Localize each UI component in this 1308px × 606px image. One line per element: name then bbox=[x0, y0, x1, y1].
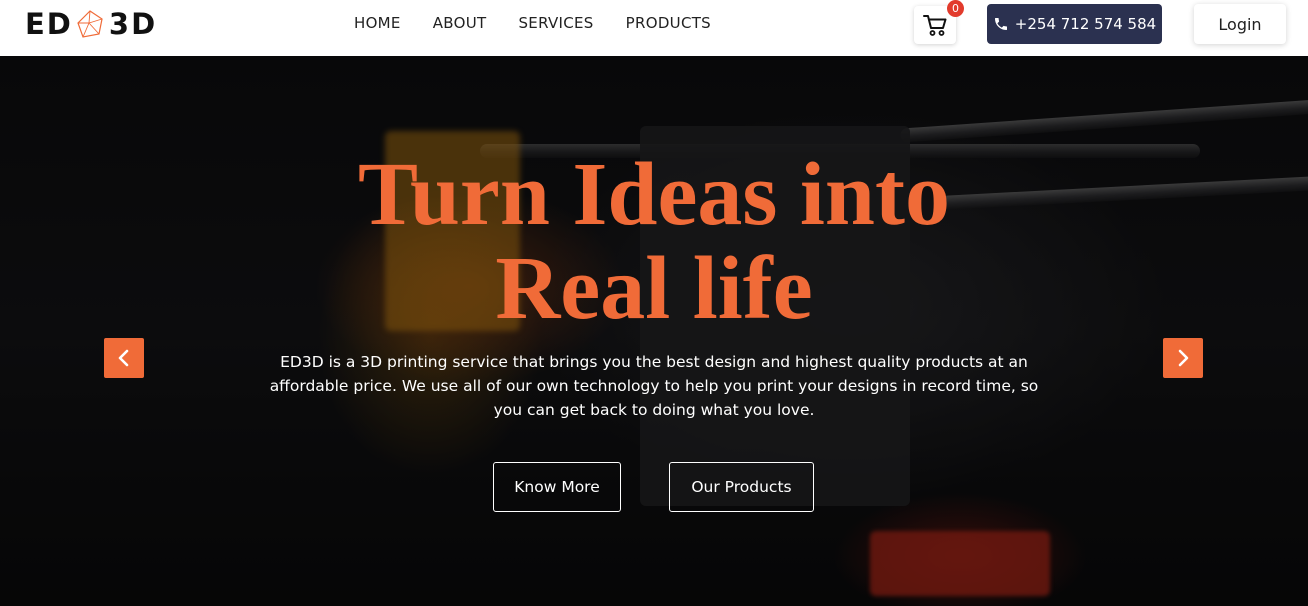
nav-home[interactable]: HOME bbox=[354, 14, 401, 32]
header: ED 3D HOME ABOUT SERVICES PRODUCTS 0 +25… bbox=[0, 0, 1308, 56]
hero-description: ED3D is a 3D printing service that bring… bbox=[269, 353, 1039, 419]
cart-icon bbox=[923, 15, 947, 36]
our-products-button[interactable]: Our Products bbox=[669, 462, 814, 512]
carousel-next-button[interactable] bbox=[1163, 338, 1203, 378]
nav-services[interactable]: SERVICES bbox=[518, 14, 593, 32]
hero-carousel: Turn Ideas into Real life ED3D is a 3D p… bbox=[0, 56, 1308, 606]
know-more-button[interactable]: Know More bbox=[493, 462, 621, 512]
logo-text-right: 3D bbox=[108, 7, 158, 41]
chevron-right-icon bbox=[1178, 349, 1189, 367]
phone-button[interactable]: +254 712 574 584 bbox=[987, 4, 1162, 44]
phone-icon bbox=[994, 18, 1007, 30]
phone-number: +254 712 574 584 bbox=[1014, 15, 1157, 33]
hero-title: Turn Ideas into Real life bbox=[200, 148, 1108, 336]
nav-about[interactable]: ABOUT bbox=[433, 14, 487, 32]
nav-products[interactable]: PRODUCTS bbox=[626, 14, 711, 32]
main-nav: HOME ABOUT SERVICES PRODUCTS bbox=[354, 14, 743, 32]
carousel-prev-button[interactable] bbox=[104, 338, 144, 378]
cart-button[interactable]: 0 bbox=[914, 0, 964, 44]
logo-text-left: ED bbox=[25, 7, 73, 41]
hero-title-line2: Real life bbox=[495, 239, 813, 338]
gem-icon bbox=[77, 10, 103, 38]
cart-count-badge: 0 bbox=[947, 0, 964, 17]
hero-title-line1: Turn Ideas into bbox=[358, 145, 950, 244]
login-button[interactable]: Login bbox=[1194, 4, 1286, 44]
chevron-left-icon bbox=[118, 349, 129, 367]
logo[interactable]: ED 3D bbox=[25, 7, 158, 41]
